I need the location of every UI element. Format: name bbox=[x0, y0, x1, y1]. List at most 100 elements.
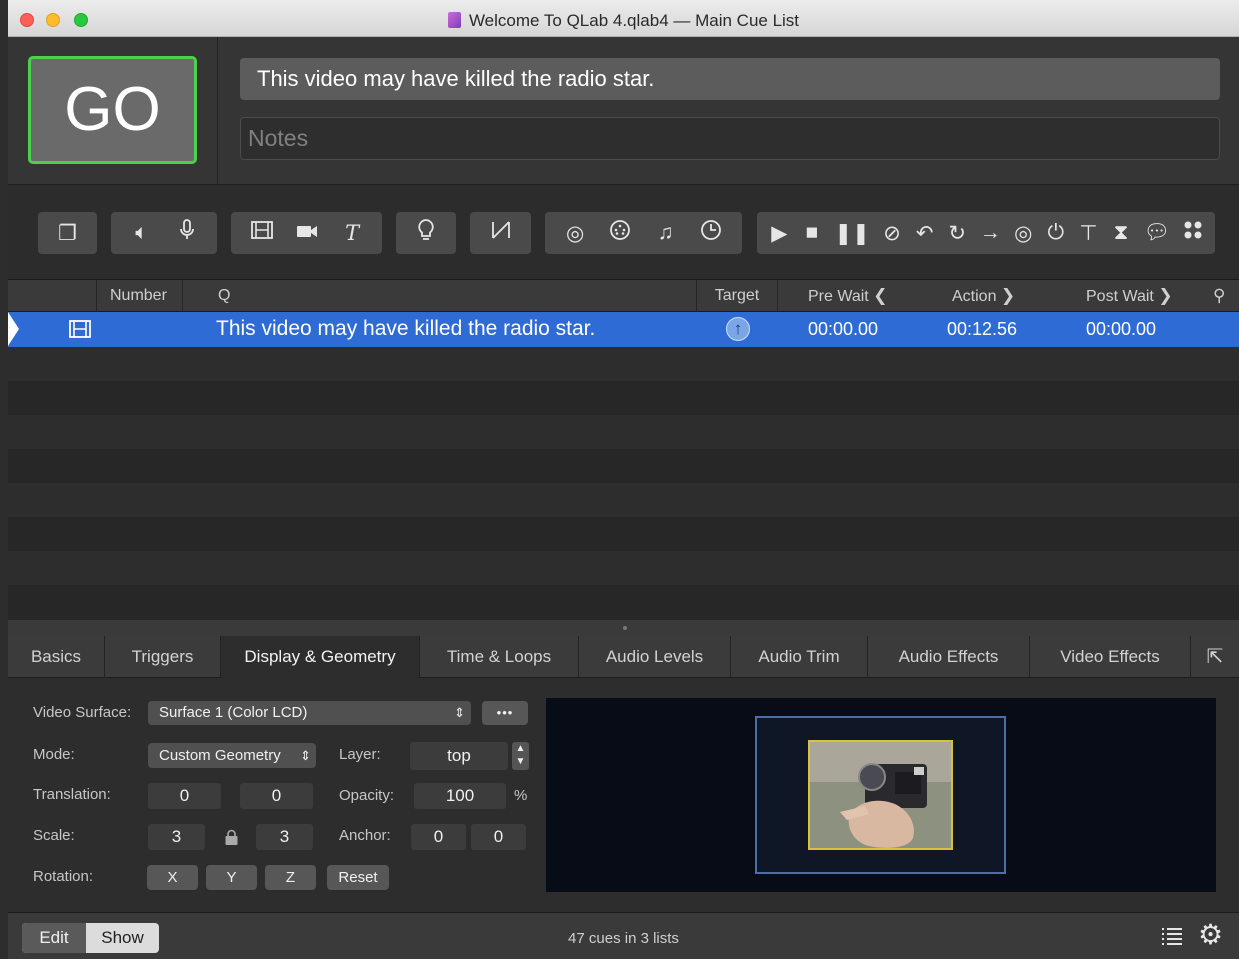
disarm-cue-icon[interactable]: ⏻ bbox=[1046, 221, 1066, 245]
column-target[interactable]: Target bbox=[696, 280, 777, 311]
pause-cue-icon[interactable]: ❚❚ bbox=[834, 221, 869, 246]
split-view-handle[interactable] bbox=[8, 620, 1239, 636]
rotate-x-button[interactable]: X bbox=[147, 865, 198, 890]
translation-label: Translation: bbox=[33, 786, 111, 803]
reset-cue-icon[interactable]: ↶ bbox=[915, 221, 935, 246]
goto-cue-icon[interactable]: → bbox=[980, 221, 1001, 245]
target-arrow-icon[interactable]: ↑ bbox=[726, 317, 750, 341]
window-title-text: Welcome To QLab 4.qlab4 — Main Cue List bbox=[468, 11, 800, 30]
cue-count: 47 cues in 3 lists bbox=[568, 930, 679, 947]
rotation-label: Rotation: bbox=[33, 868, 94, 885]
tab-video-effects[interactable]: Video Effects bbox=[1030, 636, 1191, 678]
opacity-unit: % bbox=[514, 787, 528, 804]
toolbar-group-group: ❐ bbox=[38, 212, 97, 254]
tab-audio-levels[interactable]: Audio Levels bbox=[579, 636, 731, 678]
video-cue-icon bbox=[69, 320, 91, 343]
midi-cue-icon[interactable] bbox=[609, 219, 631, 247]
continue-mode-icon[interactable]: ⚲ bbox=[1213, 280, 1225, 311]
translation-x-field[interactable]: 0 bbox=[148, 783, 221, 809]
toolbar-group-audio: 🔈︎ bbox=[111, 212, 217, 254]
opacity-label: Opacity: bbox=[339, 787, 395, 804]
video-thumbnail[interactable] bbox=[808, 740, 953, 850]
playhead-indicator bbox=[8, 312, 19, 346]
toolbar-group-video: T bbox=[231, 212, 382, 254]
popout-icon[interactable]: ⇱ bbox=[1191, 636, 1239, 678]
arm-cue-icon[interactable]: ⊤ bbox=[1078, 221, 1098, 246]
video-cue-icon[interactable] bbox=[250, 221, 273, 245]
column-post-wait[interactable]: Post Wait ❯ bbox=[1086, 280, 1173, 311]
column-action-label: Action bbox=[952, 288, 997, 305]
standby-cue-name[interactable]: This video may have killed the radio sta… bbox=[240, 58, 1220, 100]
audio-cue-icon[interactable]: 🔈︎ bbox=[132, 221, 152, 245]
tab-display-geometry[interactable]: Display & Geometry bbox=[221, 636, 420, 679]
timecode-cue-icon[interactable] bbox=[700, 219, 722, 247]
mode-label: Mode: bbox=[33, 746, 75, 763]
scale-y-field[interactable]: 3 bbox=[256, 824, 313, 850]
video-surface-select[interactable]: Surface 1 (Color LCD) ⇕ bbox=[148, 701, 471, 725]
camera-cue-icon[interactable] bbox=[296, 221, 318, 245]
video-surface-label: Video Surface: bbox=[33, 704, 132, 721]
layer-label: Layer: bbox=[339, 746, 381, 763]
cue-post-wait[interactable]: 00:00.00 bbox=[1086, 319, 1156, 340]
mode-select[interactable]: Custom Geometry ⇕ bbox=[148, 743, 316, 768]
wait-cue-icon[interactable]: ⧗ bbox=[1111, 221, 1131, 245]
tab-audio-trim[interactable]: Audio Trim bbox=[731, 636, 868, 678]
network-cue-icon[interactable]: ◎ bbox=[565, 221, 585, 246]
list-item bbox=[8, 517, 1239, 551]
rotate-y-button[interactable]: Y bbox=[206, 865, 257, 890]
tab-time-loops[interactable]: Time & Loops bbox=[420, 636, 579, 678]
text-cue-icon[interactable]: T bbox=[342, 221, 362, 245]
cue-pre-wait[interactable]: 00:00.00 bbox=[808, 319, 878, 340]
column-number[interactable]: Number bbox=[96, 280, 182, 311]
list-item bbox=[8, 381, 1239, 415]
tab-triggers[interactable]: Triggers bbox=[105, 636, 221, 678]
start-cue-icon[interactable]: ▶ bbox=[769, 221, 789, 246]
column-pre-wait-label: Pre Wait bbox=[808, 288, 869, 305]
list-view-icon[interactable] bbox=[1160, 925, 1184, 954]
music-note-icon[interactable]: ♫ bbox=[656, 221, 676, 245]
anchor-label: Anchor: bbox=[339, 827, 391, 844]
reset-button[interactable]: Reset bbox=[327, 865, 389, 890]
tab-audio-effects[interactable]: Audio Effects bbox=[868, 636, 1030, 678]
inspector-tabs: Basics Triggers Display & Geometry Time … bbox=[8, 636, 1239, 679]
scale-label: Scale: bbox=[33, 827, 75, 844]
window-title: Welcome To QLab 4.qlab4 — Main Cue List bbox=[8, 11, 1239, 31]
anchor-y-field[interactable]: 0 bbox=[471, 824, 526, 850]
toolbar-group-fade bbox=[470, 212, 531, 254]
light-cue-icon[interactable] bbox=[416, 218, 436, 248]
memo-cue-icon[interactable]: 💬︎ bbox=[1143, 221, 1170, 245]
column-action[interactable]: Action ❯ bbox=[952, 280, 1015, 311]
column-q[interactable]: Q bbox=[182, 280, 696, 311]
go-button[interactable]: GO bbox=[28, 56, 197, 164]
list-item bbox=[8, 551, 1239, 585]
column-pre-wait[interactable]: Pre Wait ❮ bbox=[808, 280, 887, 311]
translation-y-field[interactable]: 0 bbox=[240, 783, 313, 809]
list-item bbox=[8, 415, 1239, 449]
layer-stepper[interactable]: ▲ ▼ bbox=[512, 742, 529, 770]
document-icon bbox=[447, 12, 461, 28]
layer-field[interactable]: top bbox=[410, 742, 508, 770]
target-cue-icon[interactable]: ◎ bbox=[1013, 221, 1033, 246]
column-post-wait-label: Post Wait bbox=[1086, 288, 1154, 305]
fade-cue-icon[interactable] bbox=[490, 220, 512, 246]
cue-list-header: Number Q Target Pre Wait ❮ Action ❯ Post… bbox=[8, 280, 1239, 312]
cue-action[interactable]: 00:12.56 bbox=[947, 319, 1017, 340]
rotate-z-button[interactable]: Z bbox=[265, 865, 316, 890]
opacity-field[interactable]: 100 bbox=[414, 783, 506, 809]
stop-cue-icon[interactable]: ■ bbox=[802, 221, 822, 245]
scale-x-field[interactable]: 3 bbox=[148, 824, 205, 850]
table-row[interactable]: This video may have killed the radio sta… bbox=[8, 312, 1239, 347]
lock-icon[interactable] bbox=[224, 829, 239, 850]
settings-gear-icon[interactable]: ⚙ bbox=[1198, 921, 1223, 949]
devamp-cue-icon[interactable]: ↻ bbox=[947, 221, 967, 246]
script-cue-icon[interactable] bbox=[1183, 220, 1203, 246]
surface-more-button[interactable]: ••• bbox=[482, 701, 528, 725]
mic-cue-icon[interactable] bbox=[177, 219, 197, 247]
notes-field[interactable]: Notes bbox=[240, 117, 1220, 160]
group-cue-icon[interactable]: ❐ bbox=[58, 221, 78, 246]
cue-name[interactable]: This video may have killed the radio sta… bbox=[216, 317, 595, 341]
tab-basics[interactable]: Basics bbox=[8, 636, 105, 678]
load-cue-icon[interactable]: ⊘ bbox=[882, 221, 902, 246]
toolbar-group-transport: ▶ ■ ❚❚ ⊘ ↶ ↻ → ◎ ⏻ ⊤ ⧗ 💬︎ bbox=[757, 212, 1215, 254]
anchor-x-field[interactable]: 0 bbox=[411, 824, 466, 850]
